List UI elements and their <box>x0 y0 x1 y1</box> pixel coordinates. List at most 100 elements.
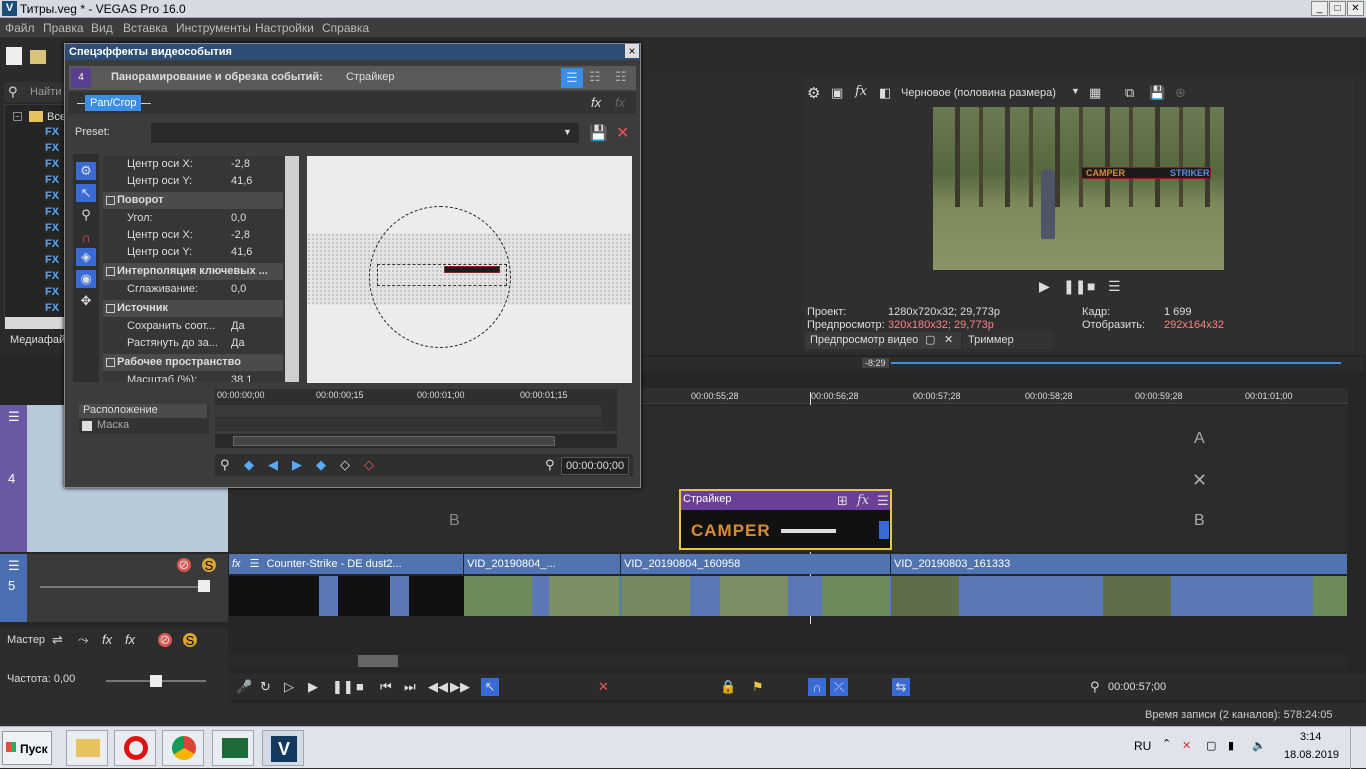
fx-icon[interactable]: fx <box>857 493 869 508</box>
fx-item[interactable]: FX <box>45 190 59 202</box>
save-preset-icon[interactable]: 💾 <box>589 124 608 142</box>
clip-menu-icon[interactable]: ☰ <box>250 558 260 570</box>
chevron-down-icon[interactable]: ▼ <box>1071 86 1080 96</box>
kf-scroll-thumb[interactable] <box>233 436 555 446</box>
delete-preset-icon[interactable]: ✕ <box>616 123 629 143</box>
fx-item[interactable]: FX <box>45 286 59 298</box>
prop-value[interactable]: 38,1 <box>231 374 252 382</box>
next-frame-icon[interactable]: ▶▶ <box>450 679 470 695</box>
crop-icon[interactable]: ⊞ <box>837 493 848 509</box>
envelope-icon[interactable]: ⤳ <box>78 632 88 648</box>
tab-video-preview[interactable]: Предпросмотр видео ▢ ✕ <box>805 332 961 349</box>
prop-section[interactable]: Источник <box>103 300 283 317</box>
fx-item[interactable]: FX <box>45 238 59 250</box>
prop-section[interactable]: Рабочее пространство <box>103 354 283 371</box>
fx-item[interactable]: FX <box>45 142 59 154</box>
prop-value[interactable]: -2,8 <box>231 229 250 241</box>
prop-value[interactable]: 0,0 <box>231 212 246 224</box>
pause-icon[interactable]: ❚❚ <box>1063 278 1086 295</box>
menu-file[interactable]: Файл <box>5 21 35 35</box>
start-button[interactable]: Пуск <box>2 731 52 765</box>
menu-help[interactable]: Справка <box>322 21 369 35</box>
prop-value[interactable]: 41,6 <box>231 246 252 258</box>
taskbar-chrome[interactable] <box>162 730 204 766</box>
clip-counter-strike[interactable]: fx ☰ Counter-Strike - DE dust2... <box>229 554 463 574</box>
prop-row[interactable]: Растянуть до за... Да <box>103 335 283 352</box>
fx-icon[interactable]: fx <box>855 84 867 99</box>
prev-keyframe-icon[interactable]: ◀ <box>268 457 278 473</box>
center-tool-icon[interactable]: ◉ <box>76 270 96 288</box>
taskbar-vegas[interactable]: V <box>262 730 304 766</box>
fx-item[interactable]: FX <box>45 222 59 234</box>
prop-row[interactable]: Центр оси Y: 41,6 <box>103 173 283 190</box>
prop-section[interactable]: Интерполяция ключевых ... <box>103 263 283 280</box>
scroll-thumb[interactable] <box>358 655 398 667</box>
go-start-icon[interactable]: ⏮ <box>380 679 392 695</box>
copy-snapshot-icon[interactable]: ⧉ <box>1125 85 1134 101</box>
property-scrollbar[interactable] <box>285 156 299 382</box>
fx-remove-icon[interactable]: fx <box>615 95 625 110</box>
prop-value[interactable]: -2,8 <box>231 158 250 170</box>
pause-icon[interactable]: ❚❚ <box>332 679 354 695</box>
open-folder-icon[interactable] <box>30 50 46 64</box>
prop-row[interactable]: Центр оси Y: 41,6 <box>103 244 283 261</box>
snap-tool-icon[interactable]: ∩ <box>76 228 96 246</box>
stop-icon[interactable]: ■ <box>1087 278 1095 294</box>
prev-frame-icon[interactable]: ◀◀ <box>428 679 448 695</box>
lock-aspect-icon[interactable]: ◈ <box>76 248 96 266</box>
play-from-start-icon[interactable]: ▷ <box>284 679 294 695</box>
first-keyframe-icon[interactable]: ◆ <box>244 457 254 473</box>
dialog-close-button[interactable]: × <box>625 44 639 58</box>
prop-row[interactable]: Сохранить соот... Да <box>103 318 283 335</box>
tab-undock-icon[interactable]: ▢ <box>925 333 935 346</box>
prop-value[interactable]: 0,0 <box>231 283 246 295</box>
record-icon[interactable]: 🎤 <box>236 679 252 695</box>
mute-icon[interactable]: ⊘ <box>158 632 172 647</box>
fx-item[interactable]: FX <box>45 158 59 170</box>
snap-icon[interactable]: ∩ <box>808 678 826 696</box>
mask-checkbox[interactable] <box>82 421 92 431</box>
fx-item[interactable]: FX <box>45 174 59 186</box>
tray-icon[interactable]: ▢ <box>1206 739 1216 752</box>
collapse-box-icon[interactable] <box>106 304 115 313</box>
loop-icon[interactable]: ↻ <box>260 679 271 695</box>
fx-item[interactable]: FX <box>45 270 59 282</box>
next-keyframe-icon[interactable]: ▶ <box>292 457 302 473</box>
zoom-tool-icon[interactable]: ⚲ <box>76 206 96 224</box>
opacity-slider-thumb[interactable] <box>198 580 210 592</box>
prop-value[interactable]: 41,6 <box>231 175 252 187</box>
menu-tools[interactable]: Инструменты <box>176 21 251 35</box>
prop-section[interactable]: Поворот <box>103 192 283 209</box>
clip-vid-2[interactable]: VID_20190804_160958 <box>621 554 890 574</box>
solo-icon[interactable]: S <box>202 558 216 573</box>
go-end-icon[interactable]: ⏭ <box>404 679 416 695</box>
maximize-button[interactable]: □ <box>1329 1 1346 16</box>
kf-lane[interactable] <box>215 405 601 417</box>
delete-keyframe-icon[interactable]: ◇ <box>364 457 374 473</box>
collapse-box-icon[interactable] <box>106 358 115 367</box>
zoom-bar[interactable] <box>891 362 1341 364</box>
kf-track-position[interactable]: Расположение <box>79 404 207 418</box>
mute-icon[interactable]: ⊘ <box>177 557 191 572</box>
menu-icon[interactable]: ☰ <box>1108 278 1121 295</box>
settings-tool-icon[interactable]: ⚙ <box>76 162 96 180</box>
fx-item[interactable]: FX <box>45 126 59 138</box>
opacity-slider[interactable] <box>40 586 210 588</box>
media-tab[interactable]: Медиафай <box>10 334 65 346</box>
close-window-button[interactable]: ✕ <box>1347 1 1364 16</box>
chevron-down-icon[interactable]: ▼ <box>563 127 572 137</box>
prop-row[interactable]: Сглаживание: 0,0 <box>103 281 283 298</box>
prop-row[interactable]: Масштаб (%): 38,1 <box>103 372 283 382</box>
grid-icon[interactable]: ▦ <box>1089 85 1101 101</box>
auto-crossfade-icon[interactable]: ⤫ <box>830 678 848 696</box>
master-fader-icon[interactable]: ⇌ <box>52 632 63 648</box>
lock-icon[interactable]: 🔒 <box>720 679 736 695</box>
taskbar-explorer[interactable] <box>66 730 108 766</box>
marker-icon[interactable]: ⚑ <box>752 679 764 695</box>
fx-item[interactable]: FX <box>45 254 59 266</box>
clip-vid-3[interactable]: VID_20190803_161333 <box>891 554 1347 574</box>
sync-cursor-icon[interactable]: ⚲ <box>220 457 230 473</box>
play-icon[interactable]: ▶ <box>308 679 318 695</box>
cut-icon[interactable]: ✕ <box>598 679 609 695</box>
time-marker[interactable]: -8:29 <box>862 358 889 368</box>
